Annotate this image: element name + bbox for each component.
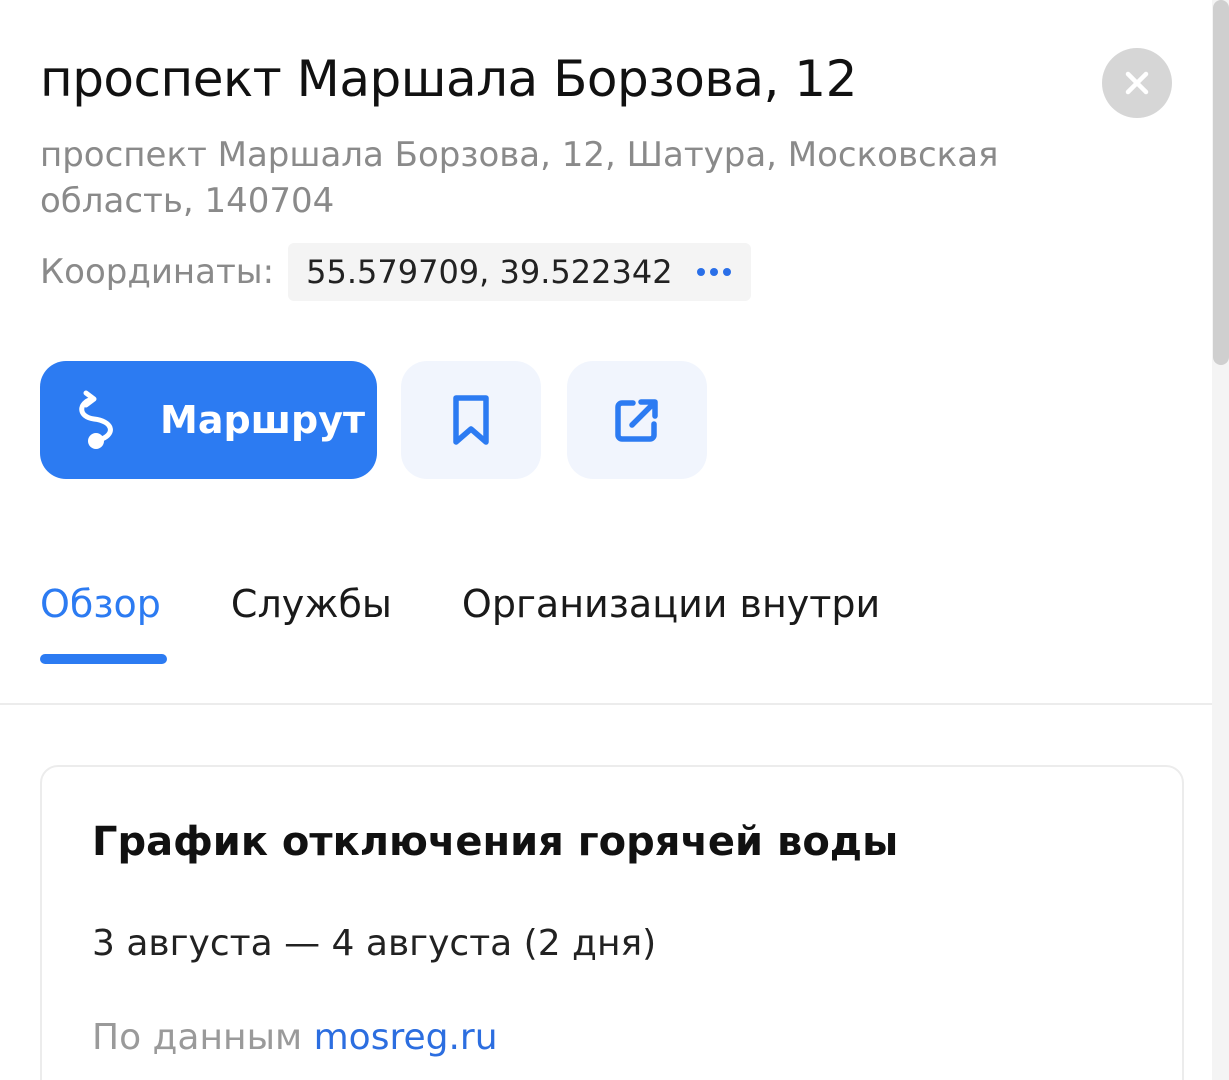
scrollbar-thumb[interactable] — [1213, 0, 1229, 365]
hot-water-schedule-card: График отключения горячей воды 3 августа… — [40, 765, 1184, 1080]
tab-services[interactable]: Службы — [231, 582, 392, 636]
bookmark-icon — [453, 395, 489, 445]
data-source: По данным mosreg.ru — [92, 1017, 498, 1058]
data-source-prefix: По данным — [92, 1017, 303, 1058]
page-title: проспект Маршала Борзова, 12 — [40, 50, 857, 108]
tab-bar: Обзор Службы Организации внутри — [40, 582, 880, 636]
action-buttons: Маршрут — [40, 361, 707, 479]
share-button[interactable] — [567, 361, 707, 479]
coordinates-chip[interactable]: 55.579709, 39.522342 — [288, 243, 751, 301]
route-button[interactable]: Маршрут — [40, 361, 377, 479]
bookmark-button[interactable] — [401, 361, 541, 479]
coordinates-label: Координаты: — [40, 252, 275, 292]
close-button[interactable] — [1102, 48, 1172, 118]
coordinates-row: Координаты: 55.579709, 39.522342 — [40, 243, 751, 301]
tab-overview[interactable]: Обзор — [40, 582, 161, 636]
section-divider — [0, 703, 1212, 705]
full-address: проспект Маршала Борзова, 12, Шатура, Мо… — [40, 135, 999, 221]
tab-organizations-inside[interactable]: Организации внутри — [462, 582, 880, 636]
route-icon — [79, 390, 113, 449]
place-card-panel: проспект Маршала Борзова, 12 проспект Ма… — [0, 0, 1229, 1080]
more-dots-icon[interactable] — [696, 268, 731, 276]
data-source-link[interactable]: mosreg.ru — [314, 1017, 498, 1058]
card-title: График отключения горячей воды — [92, 819, 899, 865]
close-icon — [1125, 71, 1149, 95]
active-tab-indicator — [40, 654, 167, 664]
coordinates-value: 55.579709, 39.522342 — [306, 253, 673, 291]
share-icon — [615, 399, 658, 442]
route-button-label: Маршрут — [160, 398, 366, 442]
outage-dates: 3 августа — 4 августа (2 дня) — [92, 923, 657, 964]
